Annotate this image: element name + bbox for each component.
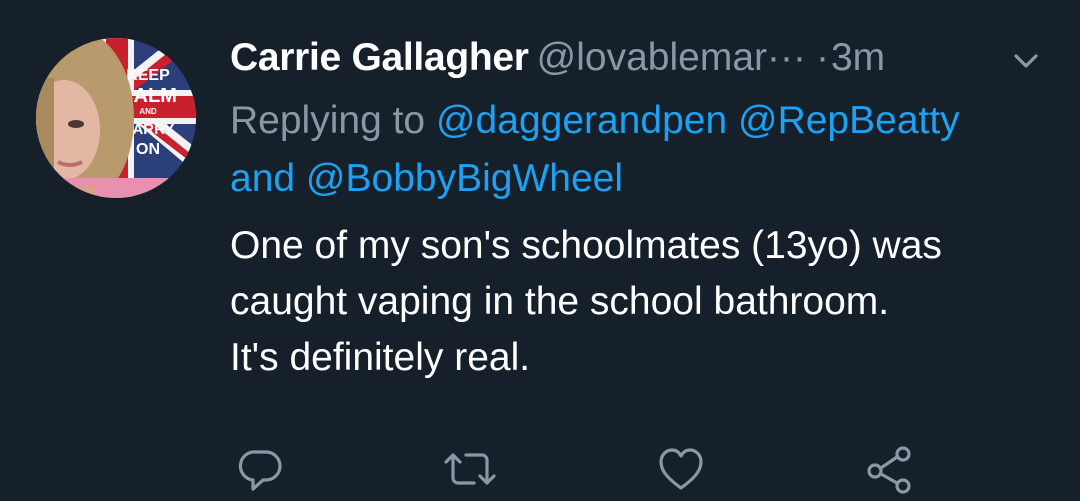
mention-link[interactable]: @RepBeatty [738, 99, 960, 142]
tweet-text-line: One of my son's schoolmates (13yo) was [230, 224, 942, 267]
avatar-image: KEEP CALM AND CARRY ON [36, 38, 196, 198]
retweet-button[interactable] [440, 444, 500, 494]
reply-button[interactable] [236, 444, 286, 494]
tweet-text: One of my son's schoolmates (13yo) was c… [230, 218, 1060, 386]
reply-icon [238, 450, 282, 491]
tweet[interactable]: KEEP CALM AND CARRY ON Carrie Gallagher @… [0, 0, 1080, 501]
replying-to: Replying to @daggerandpen @RepBeatty and… [230, 92, 1060, 208]
retweet-icon [444, 453, 496, 485]
share-button[interactable] [864, 444, 914, 494]
replying-to-label: Replying to [230, 99, 426, 142]
tweet-header: Carrie Gallagher @lovablemar··· ·3m [230, 30, 1060, 86]
like-button[interactable] [656, 444, 706, 494]
chevron-down-icon [1014, 54, 1038, 68]
mention-link[interactable]: @daggerandpen [436, 99, 727, 142]
mention-link[interactable]: @BobbyBigWheel [306, 157, 623, 200]
replying-to-conjunction: and [230, 157, 296, 200]
tweet-timestamp[interactable]: 3m [831, 36, 885, 79]
tweet-text-line: It's definitely real. [230, 336, 531, 379]
heart-icon [659, 448, 703, 490]
tweet-text-line: caught vaping in the school bathroom. [230, 280, 890, 323]
author-handle[interactable]: @lovablemar··· [537, 36, 806, 79]
svg-text:ON: ON [136, 141, 160, 158]
share-icon [867, 446, 911, 494]
svg-text:KEEP: KEEP [126, 67, 170, 84]
tweet-menu-button[interactable] [1008, 46, 1044, 76]
separator-dot: · [815, 36, 829, 79]
avatar[interactable]: KEEP CALM AND CARRY ON [36, 38, 196, 198]
author-display-name[interactable]: Carrie Gallagher [230, 36, 529, 79]
svg-text:AND: AND [139, 107, 157, 116]
